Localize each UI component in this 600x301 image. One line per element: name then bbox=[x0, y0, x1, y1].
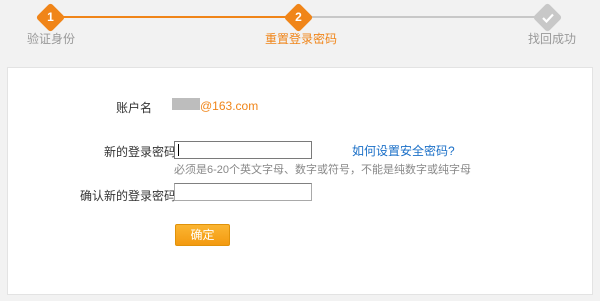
account-label: 账户名 bbox=[116, 101, 153, 115]
text-caret bbox=[178, 144, 179, 156]
reset-password-panel bbox=[7, 67, 593, 295]
confirm-button[interactable]: 确定 bbox=[175, 224, 230, 246]
masked-username bbox=[172, 98, 200, 110]
step-2-label: 重置登录密码 bbox=[265, 32, 338, 46]
step-connector-2 bbox=[310, 16, 538, 18]
check-icon bbox=[537, 7, 558, 28]
password-hint: 必须是6-20个英文字母、数字或符号，不能是纯数字或纯字母 bbox=[174, 164, 472, 176]
step-1-number: 1 bbox=[47, 10, 54, 24]
confirm-password-label: 确认新的登录密码 bbox=[80, 189, 177, 203]
step-1-label: 验证身份 bbox=[27, 32, 76, 46]
email-domain: @163.com bbox=[200, 99, 259, 113]
step-2-number: 2 bbox=[295, 10, 302, 24]
step-connector-1 bbox=[58, 16, 286, 18]
progress-steps: 1 验证身份 2 重置登录密码 找回成功 bbox=[0, 0, 600, 60]
new-password-input[interactable] bbox=[174, 141, 312, 159]
password-help-link[interactable]: 如何设置安全密码? bbox=[352, 142, 455, 159]
confirm-password-input[interactable] bbox=[174, 183, 312, 201]
step-3-label: 找回成功 bbox=[528, 32, 577, 46]
new-password-label: 新的登录密码 bbox=[104, 145, 177, 159]
